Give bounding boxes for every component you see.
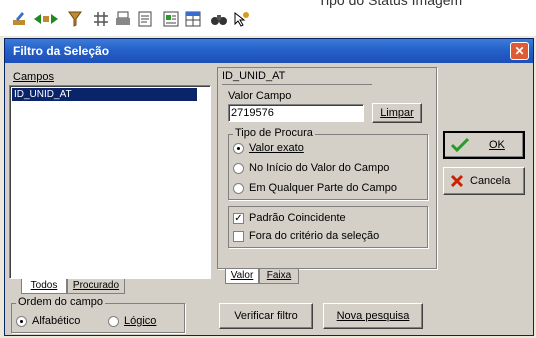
fora-label: Fora do critério da seleção [249,230,380,242]
title-bar[interactable]: Filtro da Seleção ✕ [5,39,533,63]
grid-icon[interactable] [92,10,110,28]
alfabetico-label: Alfabético [32,315,81,327]
tipo-procura-title: Tipo de Procura [233,127,315,139]
tab-valor[interactable]: Valor [225,269,259,284]
nav-arrows-icon[interactable] [32,10,60,28]
tab-faixa[interactable]: Faixa [259,269,299,284]
field-name: ID_UNID_AT [222,70,286,82]
padrao-checkbox[interactable]: ✓ [233,213,244,224]
valor-input[interactable]: 2719576 [228,104,364,122]
limpar-label: Limpar [380,107,414,119]
filter-icon[interactable] [66,10,84,28]
print-preview-icon[interactable] [136,10,154,28]
ordem-group: Ordem do campo Alfabético Lógico [11,296,185,333]
tab-todos[interactable]: Todos [21,279,67,294]
cancela-button[interactable]: Cancela [443,167,525,195]
toolbar-cut-text: Tipo do Status Imagem [318,0,463,8]
inicio-label: No Início do Valor do Campo [249,162,390,174]
filter-dialog: Filtro da Seleção ✕ Campos ID_UNID_AT To… [4,38,534,336]
radio-qualquer-parte[interactable] [233,183,244,194]
tab-todos-label: Todos [30,280,58,291]
options-group: ✓ Padrão Coincidente Fora do critério da… [228,206,428,248]
cancela-label: Cancela [470,175,511,187]
verificar-filtro-button[interactable]: Verificar filtro [219,303,313,329]
valor-input-value: 2719576 [231,107,274,119]
tab-valor-label: Valor [230,270,254,281]
logico-label: Lógico [124,315,157,327]
padrao-label: Padrão Coincidente [249,212,346,224]
valor-exato-label: Valor exato [249,142,304,154]
nova-pesquisa-button[interactable]: Nova pesquisa [323,303,423,329]
close-icon: ✕ [514,44,525,58]
ok-button[interactable]: OK [443,131,525,159]
campos-listbox[interactable]: ID_UNID_AT [9,85,211,279]
help-pointer-icon[interactable] [232,10,250,28]
valor-campo-label: Valor Campo [228,90,292,102]
divider [222,84,372,85]
table-icon[interactable] [184,10,202,28]
verificar-label: Verificar filtro [234,310,298,322]
limpar-button[interactable]: Limpar [372,103,422,123]
campos-label: Campos [13,71,54,83]
x-icon [450,174,464,188]
report-icon[interactable] [162,10,180,28]
toolbar: Tipo do Status Imagem [0,0,536,36]
close-button[interactable]: ✕ [510,42,529,60]
tab-procurado-label: Procurado [72,280,120,291]
radio-logico[interactable] [108,316,119,327]
ordem-title: Ordem do campo [16,296,105,308]
dialog-title: Filtro da Seleção [13,44,110,58]
radio-inicio[interactable] [233,163,244,174]
nova-label: Nova pesquisa [336,310,410,322]
list-item[interactable]: ID_UNID_AT [12,88,197,101]
tab-procurado[interactable]: Procurado [67,279,125,294]
fora-checkbox[interactable] [233,231,244,242]
radio-alfabetico[interactable] [16,316,27,327]
tab-faixa-label: Faixa [266,270,292,281]
ok-label: OK [489,139,505,151]
print-icon[interactable] [114,10,132,28]
tipo-procura-group: Tipo de Procura Valor exato No Início do… [228,127,428,200]
detail-panel: ID_UNID_AT Valor Campo 2719576 Limpar Ti… [217,67,437,269]
binoculars-icon[interactable] [210,10,228,28]
edit-icon[interactable] [10,10,28,28]
radio-valor-exato[interactable] [233,143,244,154]
check-icon [451,137,469,153]
qualquer-parte-label: Em Qualquer Parte do Campo [249,182,397,194]
